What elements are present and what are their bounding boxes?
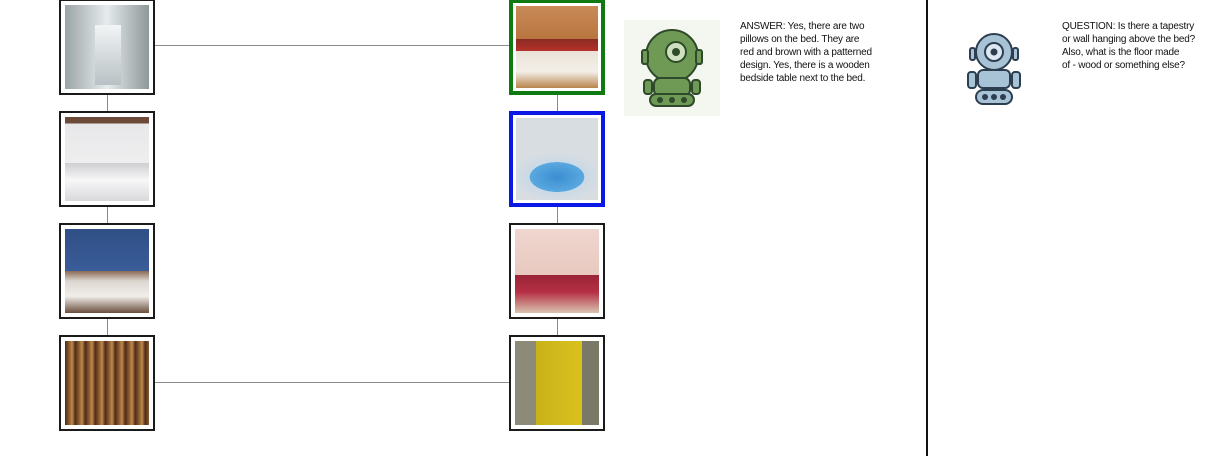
green-robot-icon (624, 20, 720, 116)
connector-bottom (154, 382, 511, 383)
question-text: QUESTION: Is there a tapestry or wall ha… (1062, 21, 1195, 71)
blue-robot-icon (954, 30, 1034, 110)
blue-bedroom-photo[interactable] (59, 223, 155, 319)
connector-top (154, 45, 511, 46)
answer-text: ANSWER: Yes, there are two pillows on th… (740, 21, 872, 84)
hallway-photo[interactable] (59, 0, 155, 95)
left-vertical-1 (107, 94, 108, 112)
right-vertical-3 (557, 318, 558, 336)
indoor-pool-photo[interactable] (509, 111, 605, 207)
left-vertical-2 (107, 206, 108, 224)
pink-bedroom-photo[interactable] (509, 223, 605, 319)
left-vertical-3 (107, 318, 108, 336)
right-vertical-2 (557, 206, 558, 224)
right-vertical-1 (557, 94, 558, 112)
archive-shelves-photo[interactable] (59, 335, 155, 431)
bedroom-two-beds-photo[interactable] (59, 111, 155, 207)
panel-divider (926, 0, 928, 456)
yellow-door-photo[interactable] (509, 335, 605, 431)
bedroom-red-pillows-photo[interactable] (509, 0, 605, 95)
